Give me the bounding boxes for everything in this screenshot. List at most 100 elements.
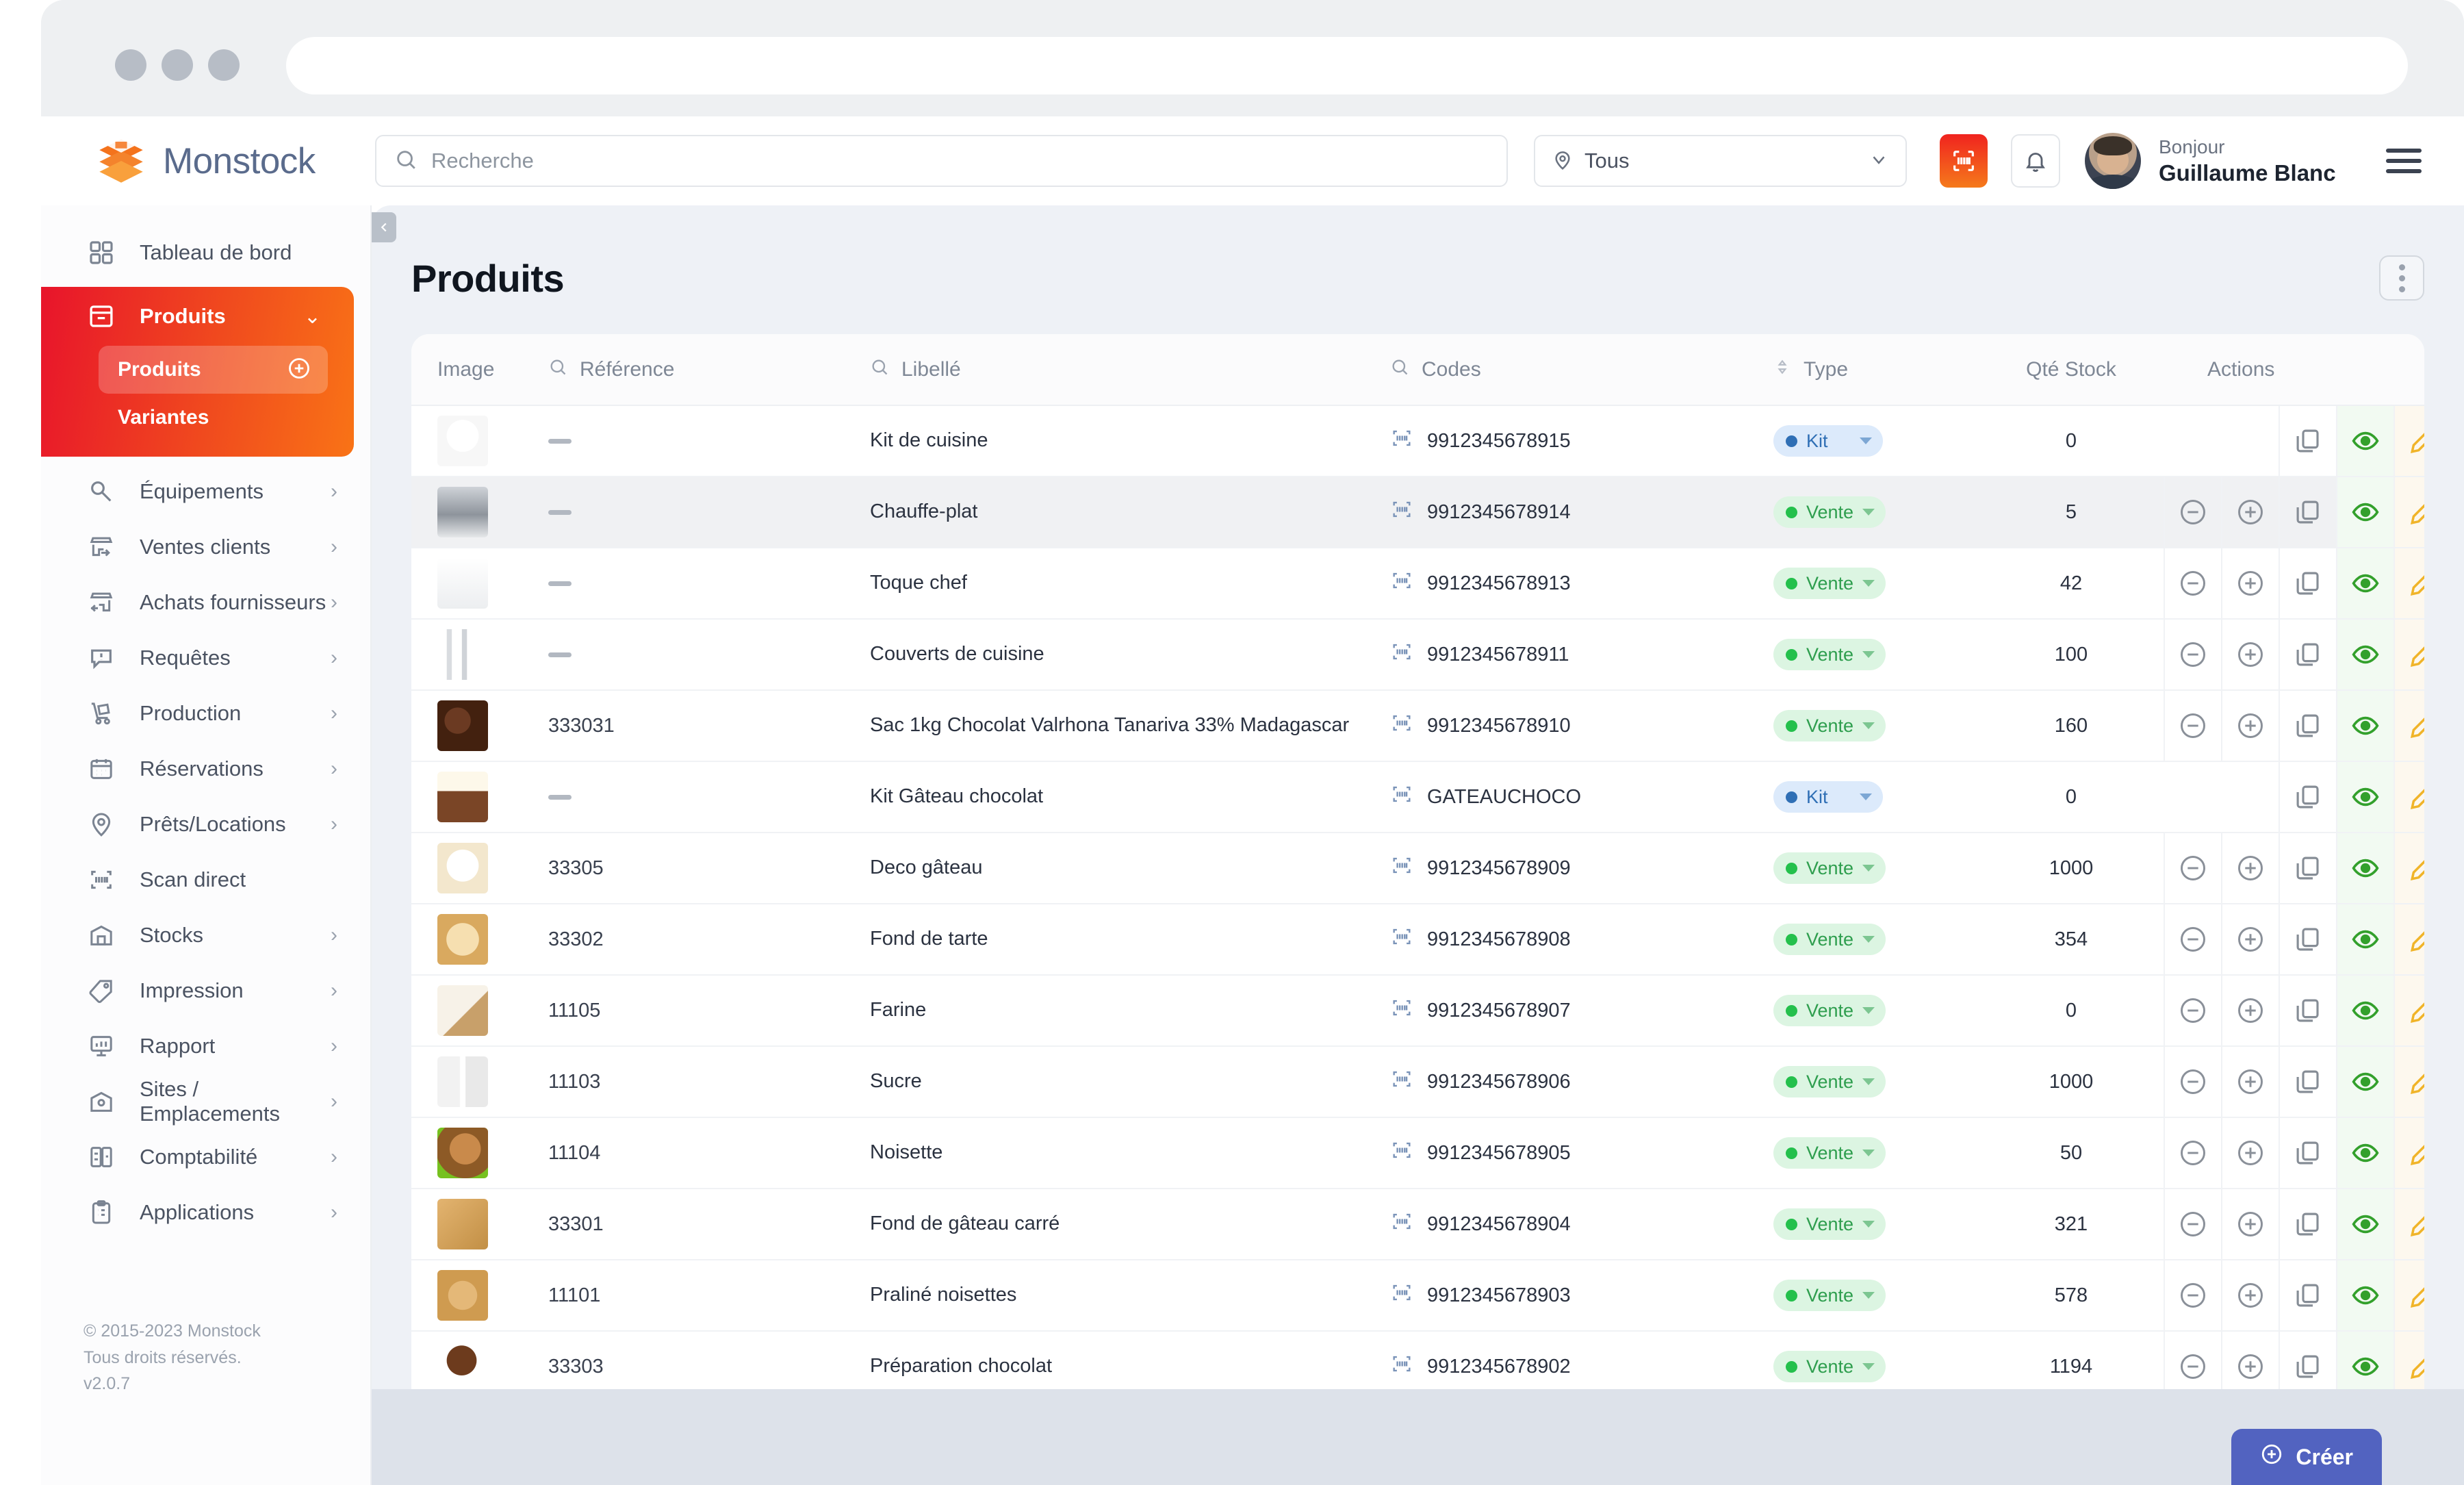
decrement-stock-button[interactable] xyxy=(2164,1260,2221,1330)
type-badge[interactable]: Vente xyxy=(1773,924,1886,955)
view-button[interactable] xyxy=(2336,1047,2394,1117)
user-greeting[interactable]: Bonjour Guillaume Blanc xyxy=(2159,135,2336,187)
increment-stock-button[interactable] xyxy=(2221,904,2279,974)
table-row[interactable]: Kit de cuisine 9912345678915 Kit 0 xyxy=(411,405,2424,477)
th-reference[interactable]: Référence xyxy=(548,334,870,406)
view-button[interactable] xyxy=(2336,762,2394,832)
type-badge[interactable]: Vente xyxy=(1773,710,1886,741)
view-button[interactable] xyxy=(2336,406,2394,476)
table-row[interactable]: Toque chef 9912345678913 Vente 42 xyxy=(411,548,2424,619)
decrement-stock-button[interactable] xyxy=(2164,1189,2221,1259)
sidebar-item-prets-locations[interactable]: Prêts/Locations › xyxy=(41,796,370,852)
table-row[interactable]: 333031 Sac 1kg Chocolat Valrhona Tanariva… xyxy=(411,690,2424,761)
view-button[interactable] xyxy=(2336,1189,2394,1259)
window-close-dot[interactable] xyxy=(115,49,146,81)
edit-button[interactable] xyxy=(2394,406,2424,476)
type-badge[interactable]: Vente xyxy=(1773,852,1886,884)
view-button[interactable] xyxy=(2336,976,2394,1045)
view-button[interactable] xyxy=(2336,548,2394,618)
decrement-stock-button[interactable] xyxy=(2164,620,2221,689)
table-row[interactable]: 11105 Farine 9912345678907 Vente 0 xyxy=(411,975,2424,1046)
edit-button[interactable] xyxy=(2394,620,2424,689)
duplicate-button[interactable] xyxy=(2279,904,2336,974)
type-badge[interactable]: Vente xyxy=(1773,1137,1886,1169)
browser-url-bar[interactable] xyxy=(286,37,2408,94)
edit-button[interactable] xyxy=(2394,548,2424,618)
type-badge[interactable]: Kit xyxy=(1773,781,1883,813)
sidebar-item-scan-direct[interactable]: Scan direct xyxy=(41,852,370,907)
table-row[interactable]: Couverts de cuisine 9912345678911 Vente 100 xyxy=(411,619,2424,690)
edit-button[interactable] xyxy=(2394,477,2424,547)
type-badge[interactable]: Vente xyxy=(1773,568,1886,599)
edit-button[interactable] xyxy=(2394,1189,2424,1259)
decrement-stock-button[interactable] xyxy=(2164,548,2221,618)
increment-stock-button[interactable] xyxy=(2221,1118,2279,1188)
search-icon[interactable] xyxy=(1390,357,1409,382)
sidebar-item-achats-fournisseurs[interactable]: Achats fournisseurs › xyxy=(41,574,370,630)
sidebar-item-reservations[interactable]: Réservations › xyxy=(41,741,370,796)
duplicate-button[interactable] xyxy=(2279,1118,2336,1188)
sidebar-item-ventes-clients[interactable]: Ventes clients › xyxy=(41,519,370,574)
view-button[interactable] xyxy=(2336,1260,2394,1330)
window-maximize-dot[interactable] xyxy=(208,49,240,81)
site-filter-select[interactable]: Tous xyxy=(1534,135,1907,187)
brand-logo-area[interactable]: Monstock xyxy=(41,134,363,188)
user-avatar[interactable] xyxy=(2085,133,2141,189)
th-type[interactable]: Type xyxy=(1773,334,1979,406)
duplicate-button[interactable] xyxy=(2279,691,2336,761)
increment-stock-button[interactable] xyxy=(2221,976,2279,1045)
type-badge[interactable]: Vente xyxy=(1773,1280,1886,1311)
view-button[interactable] xyxy=(2336,691,2394,761)
edit-button[interactable] xyxy=(2394,976,2424,1045)
duplicate-button[interactable] xyxy=(2279,406,2336,476)
type-badge[interactable]: Vente xyxy=(1773,1208,1886,1240)
sidebar-item-sites-emplacements[interactable]: Sites / Emplacements › xyxy=(41,1074,370,1129)
th-codes[interactable]: Codes xyxy=(1390,334,1773,406)
duplicate-button[interactable] xyxy=(2279,620,2336,689)
increment-stock-button[interactable] xyxy=(2221,1260,2279,1330)
global-search[interactable]: Recherche xyxy=(375,135,1508,187)
window-minimize-dot[interactable] xyxy=(162,49,193,81)
type-badge[interactable]: Vente xyxy=(1773,1066,1886,1097)
view-button[interactable] xyxy=(2336,1118,2394,1188)
plus-circle-icon[interactable] xyxy=(287,356,311,384)
sort-updown-icon[interactable] xyxy=(1773,357,1791,383)
sidebar-item-produits[interactable]: Produits ⌄ xyxy=(41,287,354,346)
sidebar-item-stocks[interactable]: Stocks › xyxy=(41,907,370,963)
search-icon[interactable] xyxy=(870,357,889,382)
view-button[interactable] xyxy=(2336,620,2394,689)
sidebar-item-comptabilite[interactable]: Comptabilité › xyxy=(41,1129,370,1184)
edit-button[interactable] xyxy=(2394,1118,2424,1188)
sidebar-item-requetes[interactable]: Requêtes › xyxy=(41,630,370,685)
sidebar-item-rapport[interactable]: Rapport › xyxy=(41,1018,370,1074)
increment-stock-button[interactable] xyxy=(2221,620,2279,689)
collapse-left-icon[interactable] xyxy=(372,212,396,242)
duplicate-button[interactable] xyxy=(2279,762,2336,832)
table-row[interactable]: 33301 Fond de gâteau carré 9912345678904 Ve… xyxy=(411,1189,2424,1260)
table-row[interactable]: Kit Gâteau chocolat GATEAUCHOCO Kit 0 xyxy=(411,761,2424,833)
type-badge[interactable]: Kit xyxy=(1773,425,1883,457)
type-badge[interactable]: Vente xyxy=(1773,496,1886,528)
edit-button[interactable] xyxy=(2394,833,2424,903)
decrement-stock-button[interactable] xyxy=(2164,691,2221,761)
view-button[interactable] xyxy=(2336,904,2394,974)
edit-button[interactable] xyxy=(2394,1260,2424,1330)
sidebar-item-impression[interactable]: Impression › xyxy=(41,963,370,1018)
duplicate-button[interactable] xyxy=(2279,976,2336,1045)
view-button[interactable] xyxy=(2336,477,2394,547)
sidebar-subitem-produits[interactable]: Produits xyxy=(99,346,328,394)
decrement-stock-button[interactable] xyxy=(2164,833,2221,903)
duplicate-button[interactable] xyxy=(2279,833,2336,903)
duplicate-button[interactable] xyxy=(2279,1260,2336,1330)
hamburger-menu-icon[interactable] xyxy=(2386,142,2422,179)
edit-button[interactable] xyxy=(2394,904,2424,974)
more-options-button[interactable] xyxy=(2379,255,2424,301)
increment-stock-button[interactable] xyxy=(2221,548,2279,618)
edit-button[interactable] xyxy=(2394,1047,2424,1117)
decrement-stock-button[interactable] xyxy=(2164,904,2221,974)
table-row[interactable]: 11104 Noisette 9912345678905 Vente 50 xyxy=(411,1117,2424,1189)
increment-stock-button[interactable] xyxy=(2221,691,2279,761)
table-row[interactable]: 33305 Deco gâteau 9912345678909 Vente 1000 xyxy=(411,833,2424,904)
edit-button[interactable] xyxy=(2394,762,2424,832)
increment-stock-button[interactable] xyxy=(2221,1047,2279,1117)
